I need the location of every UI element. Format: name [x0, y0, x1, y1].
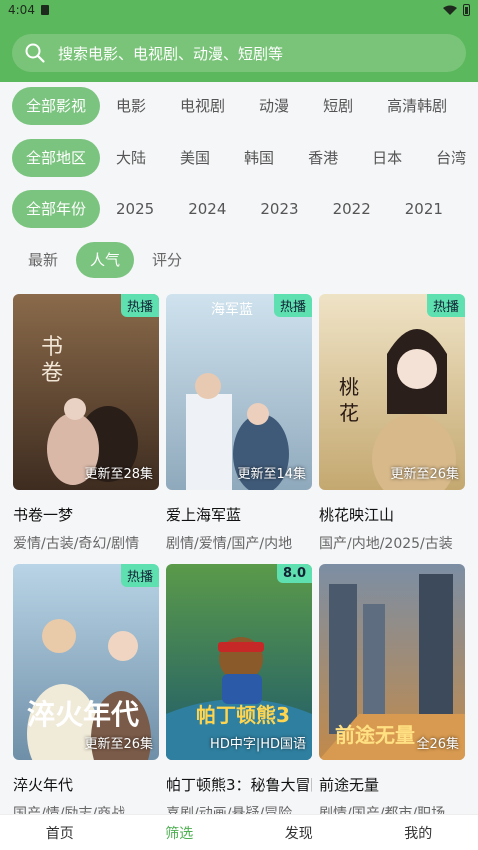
svg-text:卷: 卷 — [41, 361, 63, 386]
svg-text:书: 书 — [41, 335, 63, 360]
filter-year-2022[interactable]: 2022 — [319, 190, 385, 228]
poster-art: 淬火年代 — [13, 564, 159, 760]
card-title[interactable]: 帕丁顿熊3：秘鲁大冒险 — [166, 774, 312, 795]
filter-type-short[interactable]: 短剧 — [309, 87, 367, 125]
card-title[interactable]: 桃花映江山 — [319, 504, 465, 525]
poster-art: 前途无量 — [319, 564, 465, 760]
update-status: 更新至26集 — [390, 467, 459, 482]
card-title[interactable]: 爱上海军蓝 — [166, 504, 312, 525]
filter-type-tv[interactable]: 电视剧 — [166, 87, 239, 125]
card-title[interactable]: 淬火年代 — [13, 774, 159, 795]
battery-icon — [463, 4, 470, 16]
filter-year-2025[interactable]: 2025 — [102, 190, 168, 228]
bottom-nav: 首页 筛选 发现 我的 — [0, 814, 478, 850]
video-card[interactable]: 帕丁顿熊3 8.0 HD中字|HD国语 帕丁顿熊3：秘鲁大冒险 喜剧/动画/悬疑… — [166, 564, 312, 823]
wifi-icon — [443, 5, 457, 15]
hot-badge: 热播 — [120, 294, 159, 317]
filter-region-hk[interactable]: 香港 — [294, 139, 352, 177]
video-card[interactable]: 前途无量 全26集 前途无量 剧情/国产/都市/职场 — [319, 564, 465, 823]
filter-type-anime[interactable]: 动漫 — [245, 87, 303, 125]
filter-region-us[interactable]: 美国 — [166, 139, 224, 177]
svg-text:淬火年代: 淬火年代 — [27, 698, 139, 731]
filter-year-2020[interactable]: 2020 — [463, 190, 478, 228]
filter-region-mainland[interactable]: 大陆 — [102, 139, 160, 177]
status-time: 4:04 — [8, 3, 35, 17]
poster-image[interactable]: 前途无量 全26集 — [319, 564, 465, 760]
poster-image[interactable]: 桃 花 热播 更新至26集 — [319, 294, 465, 490]
poster-image[interactable]: 帕丁顿熊3 8.0 HD中字|HD国语 — [166, 564, 312, 760]
svg-text:前途无量: 前途无量 — [335, 723, 415, 747]
filter-type-all[interactable]: 全部影视 — [12, 87, 101, 125]
filter-year-2024[interactable]: 2024 — [174, 190, 240, 228]
nav-discover[interactable]: 发现 — [239, 823, 359, 843]
hot-badge: 热播 — [120, 564, 159, 587]
update-status: 更新至14集 — [237, 467, 306, 482]
filter-type-kdrama[interactable]: 高清韩剧 — [373, 87, 461, 125]
update-status: HD中字|HD国语 — [210, 737, 306, 752]
filter-region-korea[interactable]: 韩国 — [230, 139, 288, 177]
poster-art: 帕丁顿熊3 — [166, 564, 312, 760]
update-status: 全26集 — [416, 737, 459, 752]
search-input[interactable]: 搜索电影、电视剧、动漫、短剧等 — [12, 34, 466, 72]
poster-image[interactable]: 书 卷 热播 更新至28集 — [13, 294, 159, 490]
status-bar: 4:04 — [0, 0, 478, 20]
type-filter-row: 全部影视 电影 电视剧 动漫 短剧 高清韩剧 — [0, 86, 478, 126]
svg-text:帕丁顿熊3: 帕丁顿熊3 — [196, 703, 290, 727]
sort-rating[interactable]: 评分 — [138, 242, 196, 278]
card-title[interactable]: 书卷一梦 — [13, 504, 159, 525]
poster-art: 桃 花 — [319, 294, 465, 490]
svg-text:花: 花 — [339, 401, 359, 425]
filter-region-japan[interactable]: 日本 — [358, 139, 416, 177]
poster-art: 书 卷 — [13, 294, 159, 490]
year-filter-row: 全部年份 2025 2024 2023 2022 2021 2020 — [0, 189, 478, 229]
filter-region-taiwan[interactable]: 台湾 — [422, 139, 478, 177]
video-card[interactable]: 海军蓝 热播 更新至14集 爱上海军蓝 剧情/爱情/国产/内地 — [166, 294, 312, 553]
svg-text:海军蓝: 海军蓝 — [211, 302, 253, 318]
score-badge: 8.0 — [276, 564, 312, 583]
video-card[interactable]: 桃 花 热播 更新至26集 桃花映江山 国产/内地/2025/古装 — [319, 294, 465, 553]
update-status: 更新至26集 — [84, 737, 153, 752]
header: 搜索电影、电视剧、动漫、短剧等 — [0, 20, 478, 82]
filter-type-movie[interactable]: 电影 — [102, 87, 160, 125]
card-tags: 国产/内地/2025/古装 — [319, 536, 453, 552]
sort-row: 最新 人气 评分 — [0, 241, 196, 279]
poster-image[interactable]: 海军蓝 热播 更新至14集 — [166, 294, 312, 490]
video-card[interactable]: 书 卷 热播 更新至28集 书卷一梦 爱情/古装/奇幻/剧情 — [13, 294, 159, 553]
filter-year-2021[interactable]: 2021 — [391, 190, 457, 228]
card-tags: 剧情/爱情/国产/内地 — [166, 536, 293, 552]
filter-region-all[interactable]: 全部地区 — [12, 139, 101, 177]
region-filter-row: 全部地区 大陆 美国 韩国 香港 日本 台湾 — [0, 138, 478, 178]
sort-latest[interactable]: 最新 — [14, 242, 72, 278]
card-title[interactable]: 前途无量 — [319, 774, 465, 795]
nav-filter[interactable]: 筛选 — [120, 823, 240, 843]
nav-mine[interactable]: 我的 — [359, 823, 478, 843]
update-status: 更新至28集 — [84, 467, 153, 482]
hot-badge: 热播 — [426, 294, 465, 317]
poster-art: 海军蓝 — [166, 294, 312, 490]
filter-year-all[interactable]: 全部年份 — [12, 190, 101, 228]
search-icon — [25, 43, 45, 63]
hot-badge: 热播 — [273, 294, 312, 317]
nav-home[interactable]: 首页 — [0, 823, 120, 843]
sim-icon — [40, 5, 49, 15]
filter-year-2023[interactable]: 2023 — [246, 190, 312, 228]
svg-text:桃: 桃 — [339, 375, 359, 399]
video-card[interactable]: 淬火年代 热播 更新至26集 淬火年代 国产/情/励志/商战 — [13, 564, 159, 823]
card-tags: 爱情/古装/奇幻/剧情 — [13, 536, 140, 552]
sort-popular[interactable]: 人气 — [76, 242, 135, 278]
poster-image[interactable]: 淬火年代 热播 更新至26集 — [13, 564, 159, 760]
search-placeholder: 搜索电影、电视剧、动漫、短剧等 — [58, 44, 284, 63]
